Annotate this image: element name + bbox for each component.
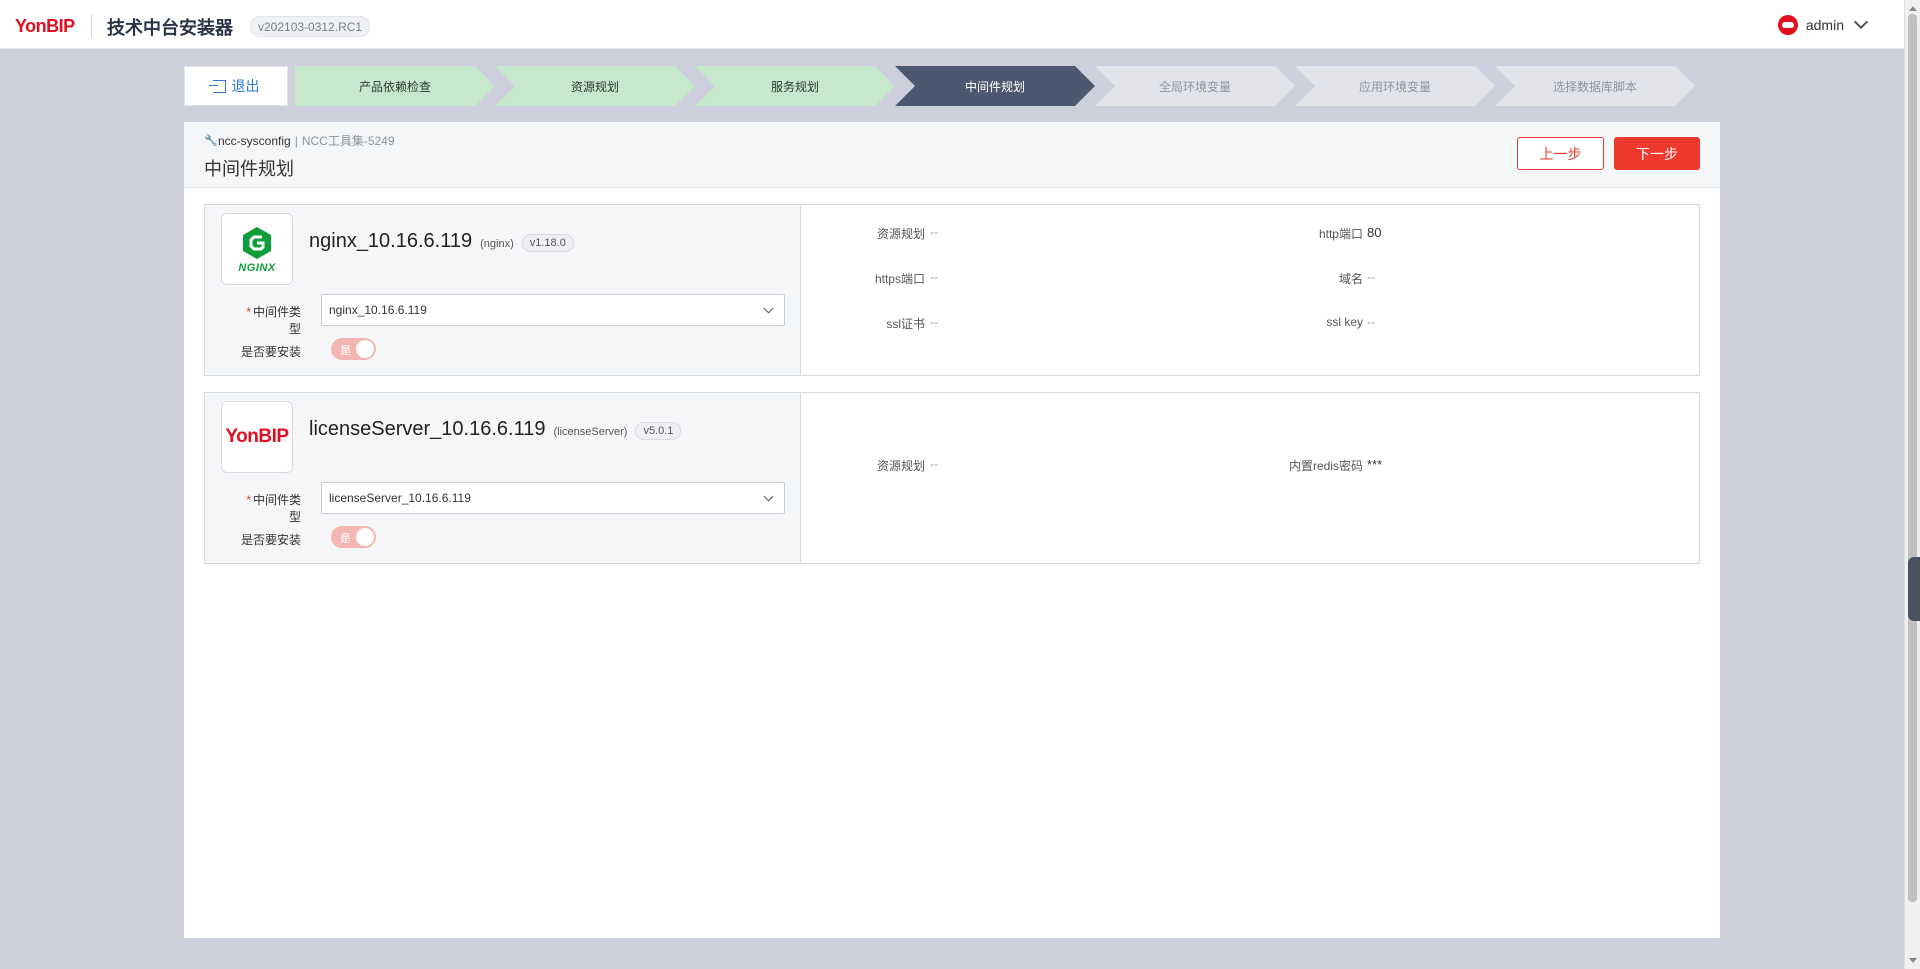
prop-label: ssl key [1326,315,1363,329]
main-panel: 🔧 ncc-sysconfig | NCC工具集-5249 中间件规划 上一步 … [184,122,1720,938]
crumb-separator: | [294,133,298,148]
prop-label: 资源规划 [876,227,925,241]
step-select-db-script[interactable]: 选择数据库脚本 [1495,66,1695,106]
exit-label: 退出 [231,78,260,94]
prop-value: -- [1367,315,1375,329]
top-bar: YonBIP 技术中台安装器 v202103-0312.RC1 admin [0,0,1904,49]
version-tag: v5.0.1 [635,422,682,440]
yonbip-logo-text: YonBIP [225,426,289,447]
middleware-type-value: licenseServer_10.16.6.119 [329,491,471,505]
install-toggle-state: 是 [340,533,351,545]
install-label: 是否要安装 [240,533,301,547]
prop-label: https端口 [874,272,925,286]
install-toggle-state: 是 [340,345,351,357]
prop-value: -- [930,270,938,284]
middleware-title: licenseServer_10.16.6.119 (licenseServer… [309,418,682,441]
prop-value: -- [1367,270,1375,284]
yonbip-logo[interactable]: YonBIP [15,16,75,37]
step-product-dependency-check[interactable]: 产品依赖检查 [295,66,495,106]
nginx-logo-text: NGINX [238,261,276,274]
exit-button[interactable]: 退出 [184,66,288,106]
crumb-app: ncc-sysconfig [218,133,291,148]
vertical-scrollbar[interactable] [1904,0,1920,969]
header-divider [91,14,92,38]
middleware-card-nginx: NGINX nginx_10.16.6.119 (nginx) v1.18.0 … [204,204,1700,376]
install-toggle[interactable]: 是 [331,338,376,360]
middleware-title: nginx_10.16.6.119 (nginx) v1.18.0 [309,230,574,253]
required-marker: * [246,305,251,319]
required-marker: * [246,493,251,507]
breadcrumb: 🔧 ncc-sysconfig | NCC工具集-5249 [204,132,395,149]
prop-value: -- [930,225,938,239]
prop-label: ssl证书 [886,317,925,331]
prop-value: 80 [1367,225,1382,240]
middleware-type-label: * 中间件类型 [246,493,301,524]
version-tag: v1.18.0 [521,234,574,252]
user-avatar-icon [1777,15,1798,35]
middleware-type-select[interactable]: nginx_10.16.6.119 [321,294,785,326]
middleware-type-label: * 中间件类型 [246,305,301,336]
prop-label: 域名 [1338,272,1363,286]
user-name: admin [1805,17,1844,33]
side-drawer-handle[interactable] [1908,557,1920,621]
middleware-type-select[interactable]: licenseServer_10.16.6.119 [321,482,785,514]
scroll-down-icon[interactable] [1909,958,1917,963]
middleware-config: YonBIP licenseServer_10.16.6.119 (licens… [205,393,801,563]
prop-value: -- [930,457,938,471]
chevron-down-icon [763,303,774,314]
middleware-type-value: nginx_10.16.6.119 [329,303,427,317]
step-app-env-vars[interactable]: 应用环境变量 [1295,66,1495,106]
prop-label: 资源规划 [876,459,925,473]
middleware-type: (licenseServer) [553,425,628,438]
scroll-up-icon[interactable] [1909,6,1917,11]
step-global-env-vars[interactable]: 全局环境变量 [1095,66,1295,106]
scroll-thumb[interactable] [1908,14,1917,902]
install-toggle[interactable]: 是 [331,526,376,548]
prop-label: 内置redis密码 [1288,459,1363,473]
version-badge: v202103-0312.RC1 [250,16,371,37]
step-resource-planning[interactable]: 资源规划 [495,66,695,106]
user-menu[interactable]: admin [1777,14,1869,35]
toggle-knob [356,340,374,358]
app-title: 技术中台安装器 [107,18,233,38]
toggle-knob [356,528,374,546]
exit-icon [208,79,226,93]
nginx-g-icon [243,226,271,259]
prop-value: *** [1367,457,1383,472]
next-step-button[interactable]: 下一步 [1614,137,1700,170]
middleware-name: licenseServer_10.16.6.119 [309,418,546,440]
install-label: 是否要安装 [240,345,301,359]
crumb-tool: NCC工具集-5249 [301,134,395,148]
prop-value: -- [930,315,938,329]
nginx-logo: NGINX [221,213,293,285]
step-progress: 产品依赖检查 资源规划 服务规划 中间件规划 全局环境变量 应用环境变量 选择数… [295,66,1695,106]
wrench-icon: 🔧 [204,134,218,147]
panel-header: 🔧 ncc-sysconfig | NCC工具集-5249 中间件规划 上一步 … [184,122,1720,188]
step-middleware-planning[interactable]: 中间件规划 [895,66,1095,106]
middleware-config: NGINX nginx_10.16.6.119 (nginx) v1.18.0 … [205,205,801,375]
middleware-card-licenseserver: YonBIP licenseServer_10.16.6.119 (licens… [204,392,1700,564]
step-service-planning[interactable]: 服务规划 [695,66,895,106]
prev-step-button[interactable]: 上一步 [1517,137,1604,170]
page-title: 中间件规划 [204,159,294,179]
chevron-down-icon [1853,14,1869,30]
yonbip-product-logo: YonBIP [221,401,293,473]
chevron-down-icon [763,491,774,502]
middleware-type: (nginx) [480,237,514,250]
prop-label: http端口 [1318,227,1363,241]
middleware-name: nginx_10.16.6.119 [309,230,473,252]
